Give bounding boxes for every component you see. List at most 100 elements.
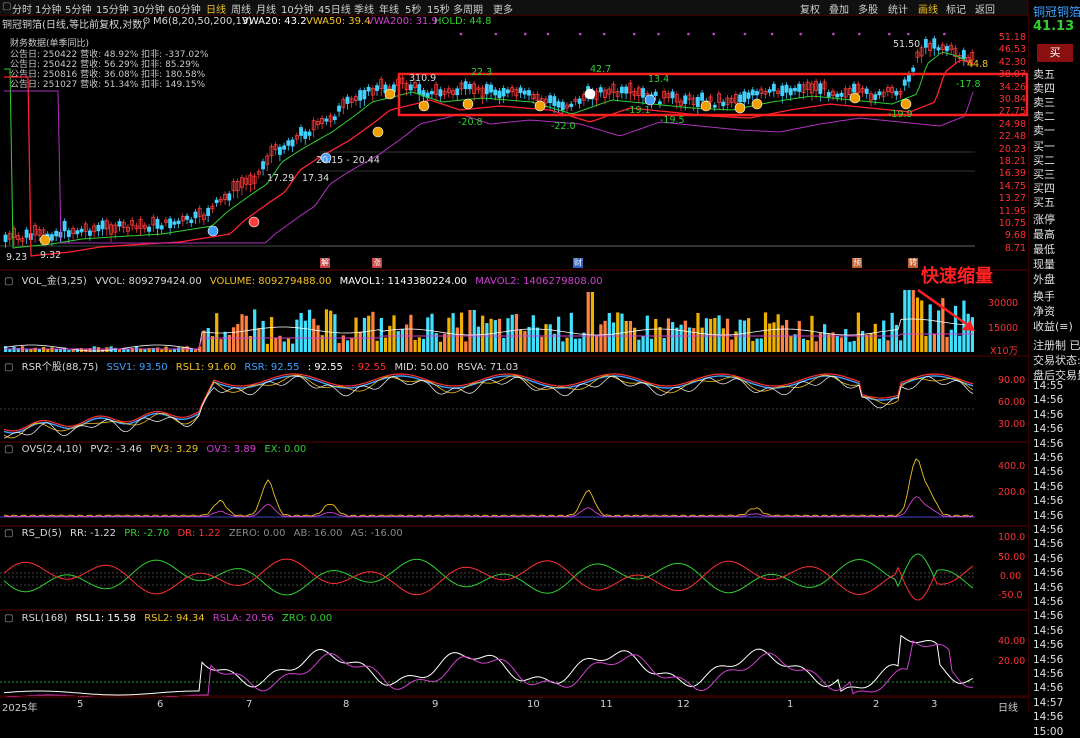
candle-body [324, 118, 329, 122]
price-axis-label: 14.75 [998, 180, 1026, 192]
xaxis-label-2: 6 [157, 699, 164, 710]
toolbar-right-6[interactable]: 返回 [975, 1, 995, 16]
toolbar-right-3[interactable]: 统计 [888, 1, 908, 16]
vwa20-value: VWA20: 43.2 [242, 16, 307, 27]
tab-period-15[interactable]: 多周期 [453, 1, 483, 16]
price-axis-label: 8.71 [1004, 242, 1026, 254]
settings-icon[interactable]: ⚙ [142, 16, 151, 27]
tab-period-11[interactable]: 季线 [354, 1, 374, 16]
price-axis-label: 30.84 [998, 94, 1026, 105]
volume-bar [8, 349, 12, 352]
candle-body [206, 208, 211, 216]
tab-period-4[interactable]: 30分钟 [132, 1, 165, 16]
vol-title: VOL_金(3,25) [21, 276, 87, 287]
toolbar-right-2[interactable]: 多股 [858, 1, 878, 16]
vwa50-value: VWA50: 39.4 [306, 16, 371, 27]
candle-body [286, 140, 291, 146]
tick-time: 14:56 [1033, 639, 1064, 652]
chevron-icon[interactable]: ▢ [4, 613, 13, 624]
volume-bar [548, 324, 552, 352]
candle-body [3, 234, 8, 242]
event-marker-0[interactable]: 解 [320, 258, 330, 268]
toolbar-right-4[interactable]: 画线 [918, 1, 938, 16]
signal-dot [687, 32, 690, 36]
xaxis-label-4: 8 [343, 699, 350, 710]
candle-body [417, 84, 422, 95]
event-marker-3[interactable]: 预 [852, 258, 862, 268]
menu-icon[interactable]: ▢ [2, 1, 11, 12]
toolbar-right-5[interactable]: 标记 [946, 1, 966, 16]
volume-bar [970, 317, 974, 352]
tab-period-9[interactable]: 10分钟 [281, 1, 314, 16]
volume-bar [915, 297, 920, 352]
signal-marker [700, 100, 712, 112]
tab-period-16[interactable]: 更多 [493, 1, 513, 16]
tab-period-13[interactable]: 5秒 [405, 1, 421, 16]
chevron-icon[interactable]: ▢ [4, 362, 13, 373]
ovs-title: OVS(2,4,10) [21, 444, 83, 455]
volume-bar [675, 327, 679, 352]
volume-bar [704, 318, 709, 352]
annotation-high-1: 310.9 [409, 73, 437, 84]
tab-period-8[interactable]: 月线 [256, 1, 276, 16]
price-axis-label: 11.95 [998, 205, 1026, 217]
tab-period-3[interactable]: 15分钟 [96, 1, 129, 16]
tab-period-6[interactable]: 日线 [206, 1, 226, 16]
candle-body [548, 95, 553, 104]
event-marker-1[interactable]: 涨 [372, 258, 382, 268]
candle-body [185, 215, 189, 220]
toolbar-right-0[interactable]: 复权 [800, 1, 820, 16]
candle-body [932, 38, 937, 49]
price-axis-label: 51.18 [998, 32, 1026, 43]
annotation-level-2: 17.34 [302, 173, 330, 184]
signal-dot [858, 32, 861, 36]
rsd-zero: ZERO: 0.00 [228, 528, 286, 539]
tab-period-12[interactable]: 年线 [379, 1, 399, 16]
toolbar-right-1[interactable]: 叠加 [829, 1, 849, 16]
volume-bar [894, 324, 899, 352]
rsd-as: AS: -16.00 [350, 528, 403, 539]
volume-bar [261, 320, 265, 352]
volume-bar [502, 337, 506, 352]
candle-body [560, 101, 565, 111]
candle-body [214, 199, 219, 204]
tab-period-2[interactable]: 5分钟 [65, 1, 91, 16]
tab-period-1[interactable]: 1分钟 [35, 1, 61, 16]
stat2-1: 净资 [1033, 305, 1055, 318]
rsl-rsla: RSLA: 20.56 [212, 613, 274, 624]
orderbook-9: 买五 [1033, 196, 1055, 209]
tick-time: 14:56 [1033, 509, 1064, 522]
candle-body [282, 145, 287, 150]
tab-period-5[interactable]: 60分钟 [168, 1, 201, 16]
volume-bar [443, 333, 447, 352]
volume-bar [50, 347, 54, 352]
chevron-icon[interactable]: ▢ [4, 528, 13, 539]
volume-bar [759, 338, 763, 352]
rsr-rsl1: RSL1: 91.60 [175, 362, 237, 373]
tick-time: 14:56 [1033, 653, 1064, 666]
tab-period-7[interactable]: 周线 [231, 1, 251, 16]
event-marker-2[interactable]: 财 [573, 258, 583, 268]
volume-bar [662, 338, 666, 352]
tab-period-10[interactable]: 45日线 [318, 1, 351, 16]
chevron-icon[interactable]: ▢ [4, 444, 13, 455]
volume-bar [831, 332, 835, 352]
candle-body [290, 139, 295, 147]
candle-body [463, 81, 468, 90]
candle-body [493, 89, 498, 96]
candle-body [172, 221, 177, 225]
annotation-low-3: -19.1 [626, 105, 651, 116]
tab-period-14[interactable]: 15秒 [427, 1, 450, 16]
price-axis-label: 13.27 [998, 193, 1026, 205]
candle-body [79, 228, 84, 233]
event-marker-4[interactable]: 转 [908, 258, 918, 268]
volume-bar [937, 310, 941, 352]
ovs-axis-1: 200.0 [998, 487, 1026, 498]
trade-button[interactable]: 买 [1037, 44, 1073, 62]
volume-bar [350, 338, 354, 352]
volume-bar [506, 318, 510, 352]
signal-dot [459, 32, 463, 36]
status-1: 交易状态: [1033, 354, 1080, 367]
tab-period-0[interactable]: 分时 [12, 1, 32, 16]
chevron-icon[interactable]: ▢ [4, 276, 13, 287]
